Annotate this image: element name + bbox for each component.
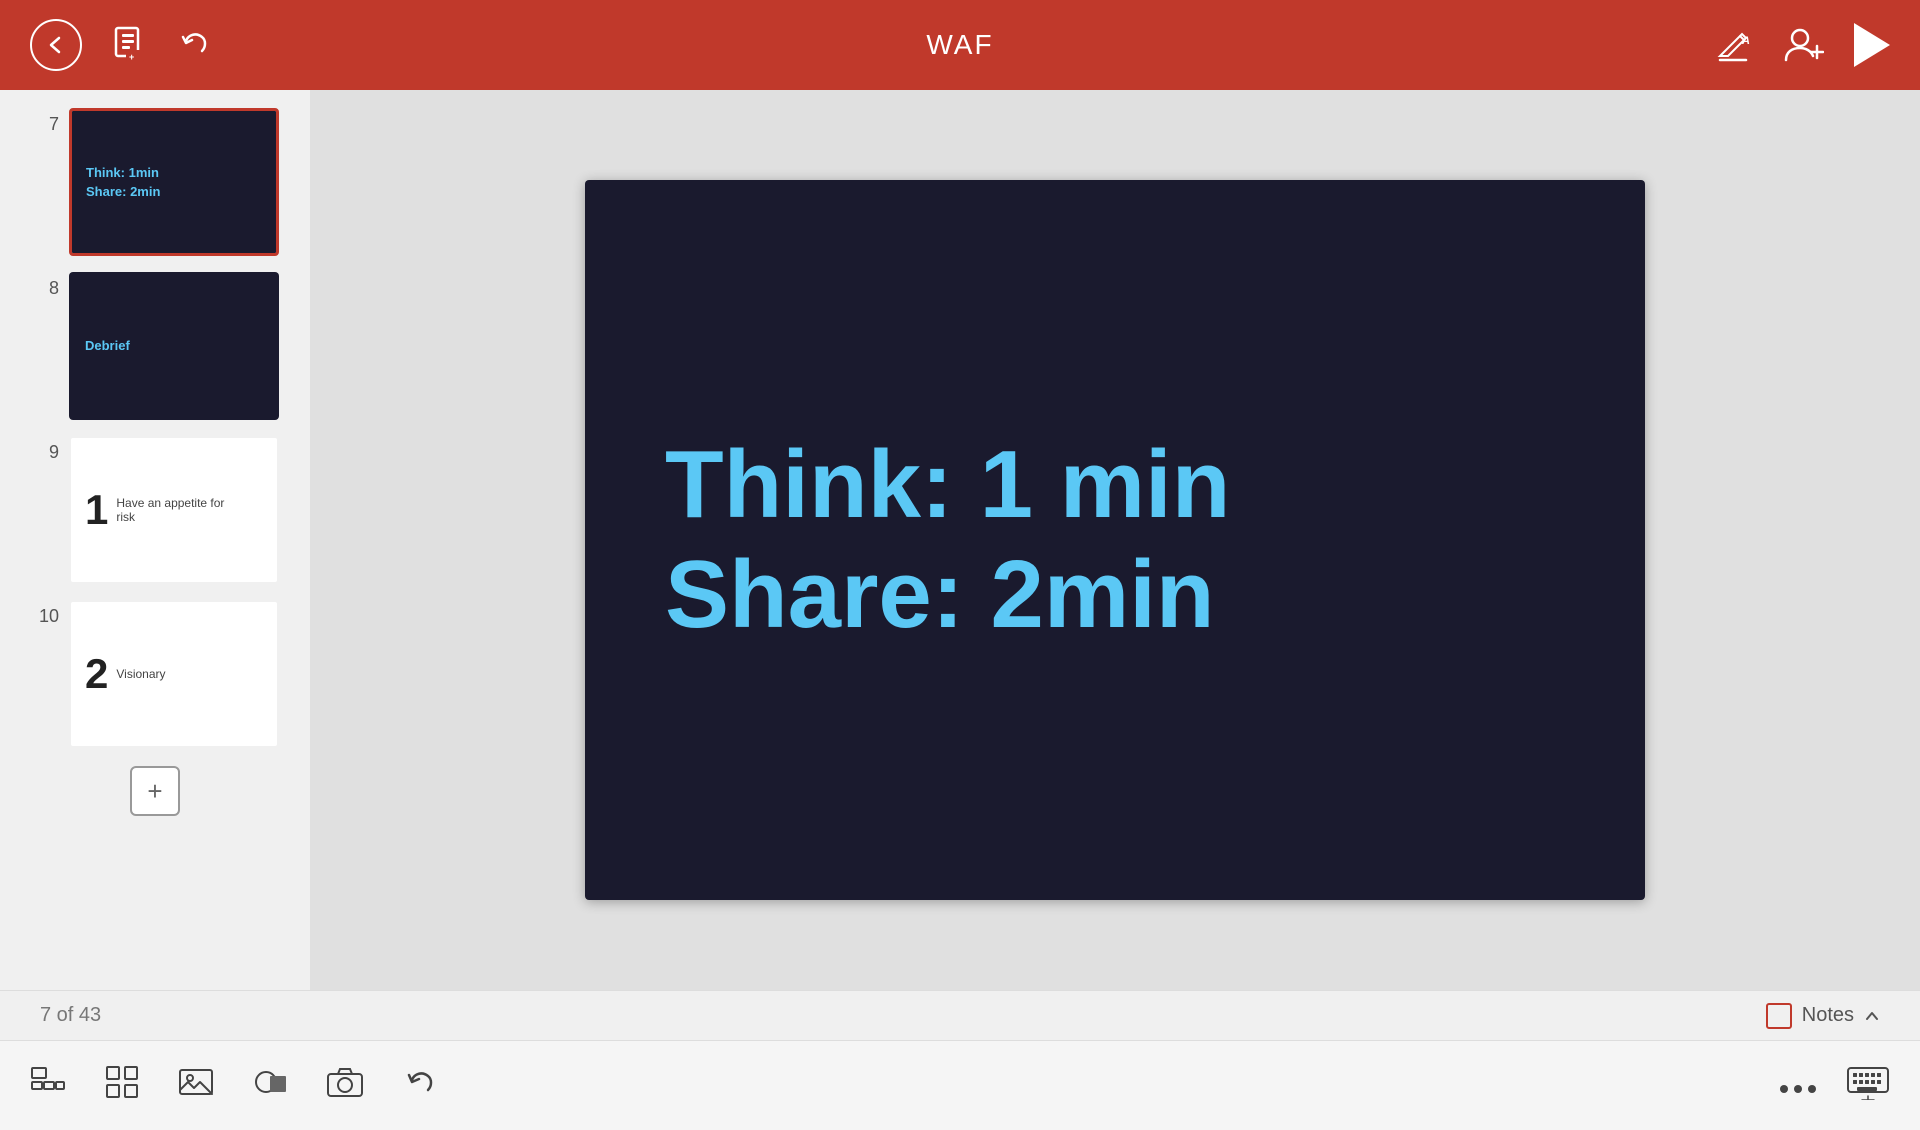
add-slide-button[interactable]: + (130, 766, 180, 816)
slide-item-9[interactable]: 9 1 Have an appetite for risk (31, 436, 279, 584)
title-text: WAF (926, 29, 993, 60)
slide-item-10[interactable]: 10 2 Visionary (31, 600, 279, 748)
page-indicator: 7 of 43 (40, 1004, 101, 1027)
camera-button[interactable] (326, 1064, 364, 1108)
undo-button[interactable] (178, 27, 214, 63)
notes-icon (1766, 1003, 1792, 1029)
current-slide[interactable]: Think: 1 min Share: 2min (585, 180, 1645, 900)
bottom-right-tools (1778, 1064, 1890, 1108)
slide-10-num: 2 (85, 653, 108, 695)
slide-10-label: Visionary (116, 667, 165, 681)
slide-number-7: 7 (31, 108, 59, 135)
slide-item-7[interactable]: 7 Think: 1minShare: 2min (31, 108, 279, 256)
notes-toggle[interactable]: Notes (1766, 1003, 1880, 1029)
slide-thumb-9[interactable]: 1 Have an appetite for risk (69, 436, 279, 584)
slide-7-text: Think: 1minShare: 2min (86, 163, 160, 202)
bottom-toolbar (0, 1040, 1920, 1130)
slide-thumb-7[interactable]: Think: 1minShare: 2min (69, 108, 279, 256)
annotate-button[interactable]: A (1714, 26, 1752, 64)
add-slide-icon: + (147, 776, 162, 807)
svg-text:+: + (129, 52, 134, 62)
slide-number-8: 8 (31, 272, 59, 299)
bottom-undo-button[interactable] (402, 1064, 438, 1108)
grid-view-button[interactable] (104, 1064, 140, 1108)
slide-item-8[interactable]: 8 Debrief (31, 272, 279, 420)
back-button[interactable] (30, 19, 82, 71)
svg-text:A: A (1741, 35, 1750, 47)
keyboard-button[interactable] (1846, 1064, 1890, 1108)
more-options-button[interactable] (1778, 1069, 1818, 1103)
bottom-left-tools (30, 1064, 438, 1108)
notes-label: Notes (1802, 1004, 1854, 1027)
slide-9-num: 1 (85, 489, 108, 531)
slide-number-10: 10 (31, 600, 59, 627)
image-button[interactable] (178, 1064, 214, 1108)
slide-panel: 7 Think: 1minShare: 2min 8 Debrief 9 1 (0, 90, 310, 990)
slide-thumb-8[interactable]: Debrief (69, 272, 279, 420)
play-button[interactable] (1854, 23, 1890, 67)
add-user-button[interactable] (1782, 26, 1824, 64)
header-right: A (1714, 23, 1890, 67)
outline-view-button[interactable] (30, 1064, 66, 1108)
slide-line-1: Think: 1 min (665, 430, 1230, 540)
header-left: + (30, 19, 214, 71)
slide-line-2: Share: 2min (665, 540, 1215, 650)
main-area: 7 Think: 1minShare: 2min 8 Debrief 9 1 (0, 90, 1920, 990)
slide-9-label: Have an appetite for risk (116, 496, 236, 524)
document-button[interactable]: + (112, 26, 148, 64)
slide-thumb-10[interactable]: 2 Visionary (69, 600, 279, 748)
slide-8-text: Debrief (85, 336, 130, 356)
chevron-up-icon (1864, 1008, 1880, 1024)
slide-number-9: 9 (31, 436, 59, 463)
status-bar: 7 of 43 Notes (0, 990, 1920, 1040)
slide-editor: Think: 1 min Share: 2min (310, 90, 1920, 990)
shape-tool-button[interactable] (252, 1064, 288, 1108)
header: + WAF A (0, 0, 1920, 90)
presentation-title: WAF (926, 29, 993, 61)
